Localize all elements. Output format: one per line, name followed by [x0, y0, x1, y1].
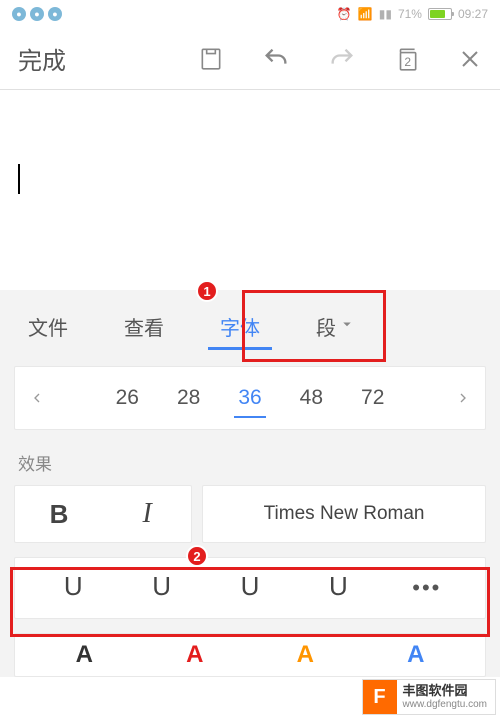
notification-icon: ●	[48, 7, 62, 21]
font-color-option[interactable]: A	[29, 634, 140, 676]
font-color-option[interactable]: A	[140, 634, 251, 676]
pages-icon[interactable]: 2	[394, 46, 420, 72]
font-color-row: A A A A	[14, 633, 486, 677]
battery-percent: 71%	[398, 7, 422, 21]
underline-row: U U U U •••	[14, 557, 486, 619]
bold-italic-group: B I	[14, 485, 192, 543]
wifi-icon: 📶	[358, 7, 373, 21]
font-size-option[interactable]: 28	[173, 380, 204, 416]
editor-canvas[interactable]	[0, 90, 500, 290]
battery-icon	[428, 8, 452, 20]
signal-icon: ▮▮	[379, 7, 392, 21]
status-bar: ● ● ● ⏰ 📶 ▮▮ 71% 09:27	[0, 0, 500, 28]
panel-tabs: 文件 查看 字体 段 1	[0, 290, 500, 362]
section-effects-label: 效果	[0, 430, 500, 485]
notification-icon: ●	[30, 7, 44, 21]
alarm-icon: ⏰	[337, 7, 352, 21]
font-size-picker: 26 28 36 48 72	[14, 366, 486, 430]
underline-more-button[interactable]: •••	[383, 558, 471, 618]
watermark-url: www.dgfengtu.com	[403, 699, 488, 710]
size-next-icon[interactable]	[455, 386, 471, 410]
underline-none-button[interactable]: U	[29, 558, 117, 618]
watermark-logo: F	[363, 680, 397, 714]
font-size-option[interactable]: 26	[112, 380, 143, 416]
font-color-option[interactable]: A	[250, 634, 361, 676]
redo-icon[interactable]	[328, 45, 356, 73]
font-size-option[interactable]: 48	[296, 380, 327, 416]
tab-file[interactable]: 文件	[0, 290, 96, 362]
annotation-badge-1: 1	[196, 280, 218, 302]
underline-thick-button[interactable]: U	[294, 558, 382, 618]
font-size-option[interactable]: 72	[357, 380, 388, 416]
bold-button[interactable]: B	[15, 499, 103, 530]
notification-icon: ●	[12, 7, 26, 21]
statusbar-notifications: ● ● ●	[12, 7, 62, 21]
annotation-badge-2: 2	[186, 545, 208, 567]
font-color-option[interactable]: A	[361, 634, 472, 676]
underline-single-button[interactable]: U	[117, 558, 205, 618]
page-count: 2	[404, 54, 411, 68]
statusbar-right: ⏰ 📶 ▮▮ 71% 09:27	[337, 7, 488, 21]
save-icon[interactable]	[198, 46, 224, 72]
close-icon[interactable]	[458, 47, 482, 71]
font-family-picker[interactable]: Times New Roman	[202, 485, 486, 543]
italic-button[interactable]: I	[103, 498, 191, 530]
format-panel: 文件 查看 字体 段 1 26 28 36 48 72 效果 B I	[0, 290, 500, 677]
clock-time: 09:27	[458, 7, 488, 21]
watermark: F 丰图软件园 www.dgfengtu.com	[362, 679, 497, 715]
underline-double-button[interactable]: U	[206, 558, 294, 618]
font-size-option[interactable]: 36	[234, 380, 265, 416]
watermark-title: 丰图软件园	[403, 684, 488, 698]
tab-view[interactable]: 查看	[96, 290, 192, 362]
tab-paragraph[interactable]: 段	[288, 290, 344, 362]
size-prev-icon[interactable]	[29, 386, 45, 410]
text-cursor	[18, 164, 20, 194]
toolbar: 完成 2	[0, 28, 500, 90]
undo-icon[interactable]	[262, 45, 290, 73]
done-button[interactable]: 完成	[18, 41, 66, 76]
style-row: B I Times New Roman	[0, 485, 500, 543]
